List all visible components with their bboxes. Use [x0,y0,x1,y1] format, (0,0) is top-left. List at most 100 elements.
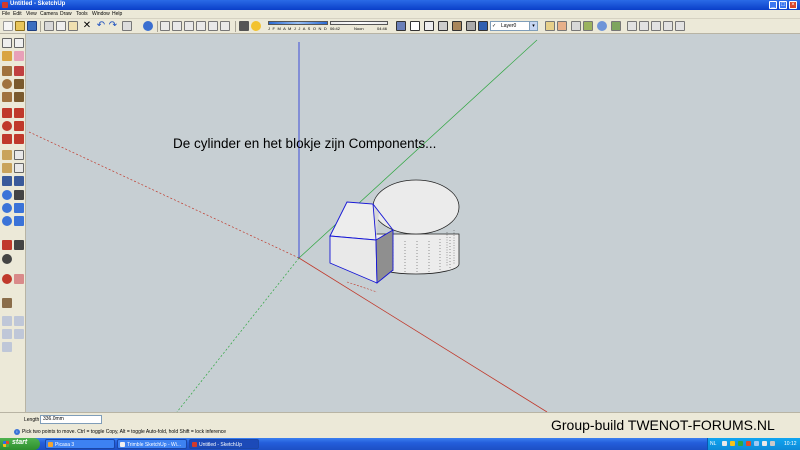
warehouse-icon[interactable] [571,21,581,31]
taskbar-item-sketchup-web[interactable]: Trimble SketchUp - Wi... [117,439,187,449]
follow-me-icon[interactable] [14,121,24,131]
previous-view-icon[interactable] [2,216,12,226]
smoove-icon[interactable] [2,329,12,339]
menu-view[interactable]: View [26,11,37,17]
move-icon[interactable] [2,108,12,118]
menu-help[interactable]: Help [112,11,122,17]
section-display-icon[interactable] [14,274,24,284]
walk-icon[interactable] [14,240,24,250]
paint-bucket-icon[interactable] [2,51,12,61]
pan-hand-icon[interactable] [14,190,24,200]
protractor-icon[interactable] [2,163,12,173]
wireframe-style-icon[interactable] [410,21,420,31]
sandbox-icon-3[interactable] [651,21,661,31]
tray-icon-security[interactable] [738,441,743,446]
cut-icon[interactable] [44,21,54,31]
top-view-icon[interactable] [172,21,182,31]
component-icon[interactable] [545,21,555,31]
rotate-icon[interactable] [2,121,12,131]
tray-icon-misc[interactable] [770,441,775,446]
layer-dropdown[interactable]: ✓ Layer0 ▾ [490,21,538,31]
shadow-date-slider[interactable]: J F M A M J J A S O N D [268,21,328,31]
sandbox-from-scratch-icon[interactable] [14,316,24,326]
scale-icon[interactable] [2,134,12,144]
sun-icon[interactable] [251,21,261,31]
axes-icon[interactable] [2,176,12,186]
tray-icon-volume[interactable] [754,441,759,446]
circle-icon[interactable] [2,79,12,89]
sandbox-from-contours-icon[interactable] [2,316,12,326]
terrain-icon[interactable] [583,21,593,31]
shadow-time-slider[interactable]: 06:42 Noon 04:46 [330,21,388,31]
save-icon[interactable] [27,21,37,31]
xray-style-icon[interactable] [396,21,406,31]
time-slider-track[interactable] [330,21,388,25]
month-slider-track[interactable] [268,21,328,25]
section-plane-icon[interactable] [2,274,12,284]
taskbar-item-sketchup[interactable]: Untitled - SketchUp [189,439,259,449]
redo-icon[interactable]: ↷ [108,21,118,31]
tape-measure-icon[interactable] [2,150,12,160]
layer-tool-icon[interactable] [2,298,12,308]
arc-icon[interactable] [14,79,24,89]
google-earth-icon[interactable] [597,21,607,31]
menu-edit[interactable]: Edit [13,11,22,17]
materials-icon[interactable] [557,21,567,31]
tray-icon-warning[interactable] [730,441,735,446]
shaded-style-icon[interactable] [438,21,448,31]
menu-tools[interactable]: Tools [76,11,88,17]
language-indicator[interactable]: NL [710,441,716,447]
polygon-icon[interactable] [2,92,12,102]
menu-camera[interactable]: Camera [40,11,58,17]
menu-file[interactable]: File [2,11,10,17]
look-around-icon[interactable] [2,254,12,264]
rectangle-icon[interactable] [2,66,12,76]
toggle-terrain-icon[interactable] [611,21,621,31]
front-view-icon[interactable] [184,21,194,31]
open-folder-icon[interactable] [15,21,25,31]
sandbox-icon-4[interactable] [663,21,673,31]
hidden-line-style-icon[interactable] [424,21,434,31]
zoom-extents-icon[interactable] [14,216,24,226]
close-button[interactable]: × [789,1,797,9]
back-view-icon[interactable] [208,21,218,31]
undo-icon[interactable]: ↶ [96,21,106,31]
sandbox-icon-5[interactable] [675,21,685,31]
model-info-icon[interactable] [143,21,153,31]
new-file-icon[interactable] [3,21,13,31]
zoom-window-icon[interactable] [14,203,24,213]
maximize-button[interactable]: □ [779,1,787,9]
measurements-input[interactable]: 336.0mm [40,415,102,424]
push-pull-icon[interactable] [14,108,24,118]
tray-icon-display[interactable] [762,441,767,446]
shadows-icon[interactable] [239,21,249,31]
position-camera-icon[interactable] [2,240,12,250]
right-view-icon[interactable] [196,21,206,31]
sandbox-icon-2[interactable] [639,21,649,31]
left-view-icon[interactable] [220,21,230,31]
text-icon[interactable] [14,163,24,173]
chevron-down-icon[interactable]: ▾ [529,22,537,30]
stamp-icon[interactable] [14,329,24,339]
drape-icon[interactable] [2,342,12,352]
menu-draw[interactable]: Draw [60,11,72,17]
line-pencil-icon[interactable] [14,66,24,76]
start-button[interactable]: start [0,438,40,450]
minimize-button[interactable]: _ [769,1,777,9]
select-arrow-icon[interactable] [2,38,12,48]
copy-icon[interactable] [56,21,66,31]
3d-text-icon[interactable] [14,176,24,186]
dimension-icon[interactable] [14,150,24,160]
zoom-icon[interactable] [2,203,12,213]
textured-style-icon[interactable] [452,21,462,31]
tray-icon-network[interactable] [722,441,727,446]
make-component-icon[interactable] [14,38,24,48]
model-viewport[interactable]: De cylinder en het blokje zijn Component… [27,34,800,412]
eraser-icon[interactable] [14,51,24,61]
erase-x-icon[interactable]: ✕ [82,21,92,31]
monochrome-style-icon[interactable] [466,21,476,31]
sandbox-icon-1[interactable] [627,21,637,31]
taskbar-item-picasa[interactable]: Picasa 3 [45,439,115,449]
menu-window[interactable]: Window [92,11,110,17]
print-icon[interactable] [122,21,132,31]
